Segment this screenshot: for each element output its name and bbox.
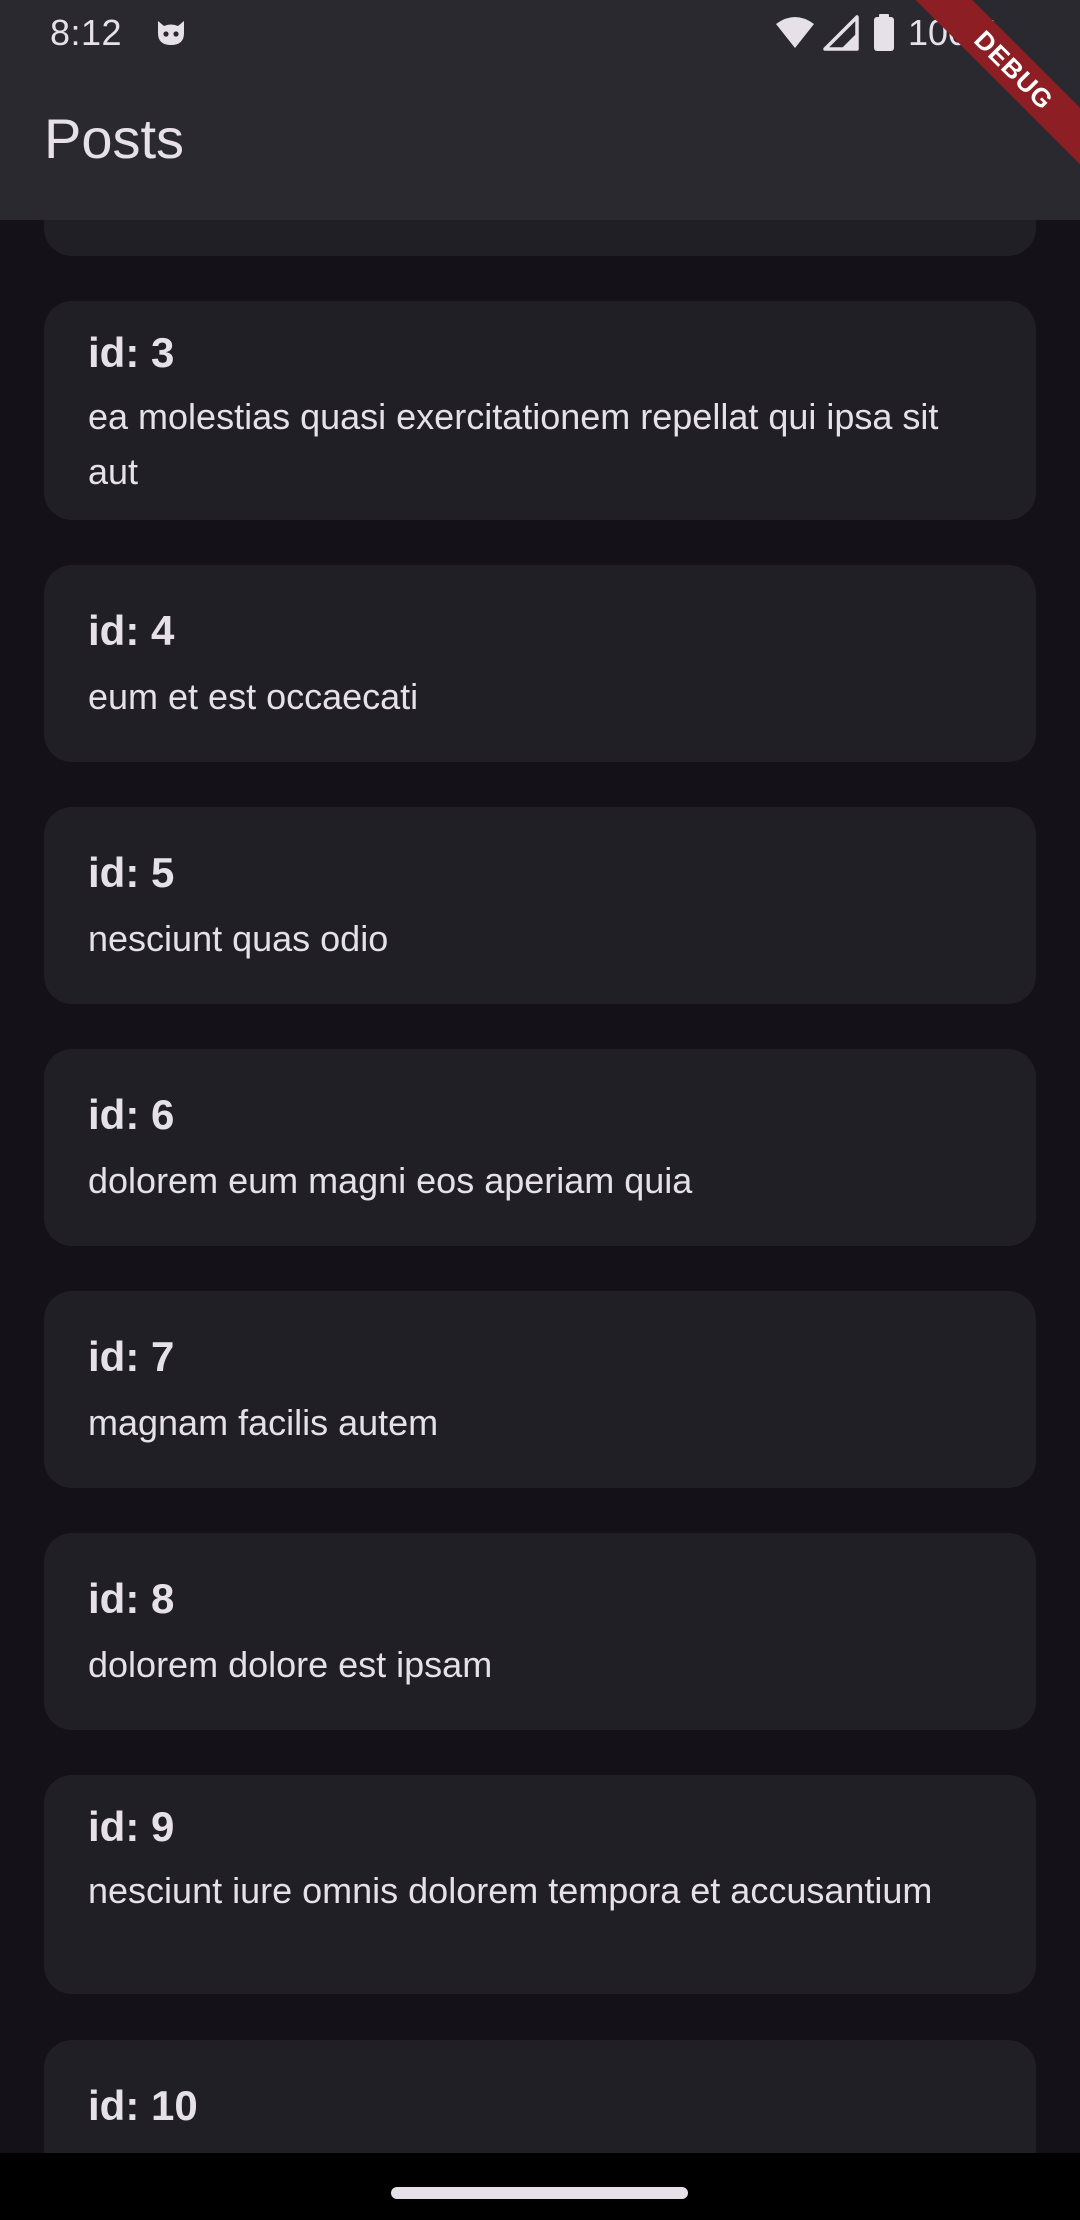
app-bar: Posts — [0, 66, 1080, 220]
cat-notification-icon — [158, 21, 184, 45]
post-id: id: 10 — [88, 2082, 198, 2129]
post-id: id: 3 — [88, 329, 175, 376]
post-card[interactable]: id: 10 — [44, 2040, 1036, 2153]
post-id: id: 4 — [88, 607, 175, 654]
post-card[interactable]: id: 7 magnam facilis autem — [44, 1291, 1036, 1488]
wifi-icon — [776, 17, 814, 48]
post-card[interactable]: id: 5 nesciunt quas odio — [44, 807, 1036, 1004]
post-title: dolorem eum magni eos aperiam quia — [88, 1160, 693, 1201]
post-card[interactable]: id: 4 eum et est occaecati — [44, 565, 1036, 762]
post-title: nesciunt quas odio — [88, 918, 389, 959]
post-title: dolorem dolore est ipsam — [88, 1644, 493, 1685]
battery-icon — [874, 14, 894, 51]
navigation-bar — [0, 2153, 1080, 2220]
post-id: id: 7 — [88, 1333, 175, 1380]
post-title: eum et est occaecati — [88, 676, 419, 717]
page-title: Posts — [44, 107, 185, 170]
home-gesture-handle[interactable] — [391, 2187, 688, 2199]
screen: id: 3 ea molestias quasi exercitationem … — [0, 0, 1080, 2153]
post-id: id: 5 — [88, 849, 175, 896]
post-id: id: 8 — [88, 1575, 175, 1622]
post-title: magnam facilis autem — [88, 1402, 439, 1443]
status-bar: 8:12 100% — [0, 0, 1080, 66]
cell-signal-icon — [823, 15, 859, 51]
battery-percentage: 100% — [908, 12, 1001, 53]
post-id: id: 6 — [88, 1091, 175, 1138]
post-title: ea molestias quasi exercitationem repell… — [88, 396, 939, 492]
post-title: nesciunt iure omnis dolorem tempora et a… — [88, 1870, 933, 1911]
post-card[interactable]: id: 8 dolorem dolore est ipsam — [44, 1533, 1036, 1730]
post-card[interactable]: id: 9 nesciunt iure omnis dolorem tempor… — [44, 1775, 1036, 1994]
status-time: 8:12 — [50, 12, 123, 53]
post-id: id: 9 — [88, 1803, 175, 1850]
post-card[interactable]: id: 3 ea molestias quasi exercitationem … — [44, 301, 1036, 520]
post-card[interactable]: id: 6 dolorem eum magni eos aperiam quia — [44, 1049, 1036, 1246]
